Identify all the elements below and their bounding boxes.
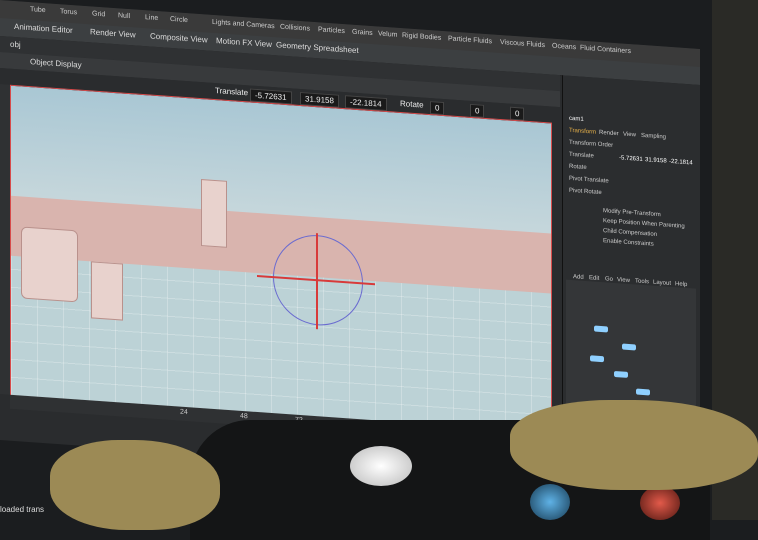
checkbox-enable-constraints[interactable]: Enable Constraints bbox=[603, 238, 654, 248]
param-tx-value[interactable]: -5.72631 bbox=[619, 155, 643, 163]
tab-transform[interactable]: Transform bbox=[569, 128, 596, 136]
checkbox-modify-pretransform[interactable]: Modify Pre-Transform bbox=[603, 208, 661, 218]
shelf-tab-grains[interactable]: Grains bbox=[352, 29, 373, 37]
shelf-tab-oceans[interactable]: Oceans bbox=[552, 43, 576, 52]
network-node[interactable] bbox=[614, 370, 628, 378]
shelf-tab-null[interactable]: Null bbox=[118, 12, 130, 20]
left-hand bbox=[50, 440, 220, 530]
xbox-guide-button-icon bbox=[350, 446, 412, 486]
shelf-tab-particle-fluids[interactable]: Particle Fluids bbox=[448, 35, 492, 45]
shelf-tab-grid[interactable]: Grid bbox=[92, 10, 105, 18]
tank-structure bbox=[21, 226, 78, 303]
tab-render-view[interactable]: Render View bbox=[90, 27, 136, 39]
param-rotate: Rotate bbox=[569, 163, 587, 172]
shelf-tab-torus[interactable]: Torus bbox=[60, 8, 77, 16]
shelf-tab-lights[interactable]: Lights and Cameras bbox=[212, 19, 275, 30]
tab-animation-editor[interactable]: Animation Editor bbox=[14, 22, 73, 35]
shelf-tab-tube[interactable]: Tube bbox=[30, 6, 46, 14]
network-node[interactable] bbox=[636, 388, 650, 396]
rotate-label: Rotate bbox=[400, 98, 424, 110]
rotate-x-field[interactable]: 0 bbox=[430, 101, 445, 116]
tab-view[interactable]: View bbox=[623, 132, 636, 139]
param-tz-value[interactable]: -22.1814 bbox=[669, 159, 693, 167]
status-message: loaded trans bbox=[0, 505, 45, 514]
tab-composite-view[interactable]: Composite View bbox=[150, 31, 208, 44]
x-button-icon bbox=[530, 484, 570, 520]
rotate-y-field[interactable]: 0 bbox=[470, 103, 485, 118]
shelf-tab-line[interactable]: Line bbox=[145, 14, 158, 22]
object-display-label[interactable]: Object Display bbox=[30, 57, 82, 70]
shelf-tab-particles[interactable]: Particles bbox=[318, 26, 345, 35]
scene-viewport[interactable] bbox=[10, 84, 552, 435]
translate-label: Translate bbox=[215, 86, 249, 98]
shelf-tab-rigid-bodies[interactable]: Rigid Bodies bbox=[402, 32, 441, 42]
network-node[interactable] bbox=[622, 343, 636, 351]
param-translate: Translate bbox=[569, 151, 594, 160]
silo-structure bbox=[201, 179, 227, 248]
timeline-tick: 24 bbox=[180, 408, 188, 417]
shelf-tab-viscous-fluids[interactable]: Viscous Fluids bbox=[500, 39, 545, 49]
node-name[interactable]: cam1 bbox=[569, 116, 584, 123]
tab-sampling[interactable]: Sampling bbox=[641, 133, 666, 141]
b-button-icon bbox=[640, 486, 680, 520]
machine-structure bbox=[91, 261, 123, 321]
right-hand bbox=[510, 400, 758, 490]
shelf-tab-collisions[interactable]: Collisions bbox=[280, 24, 310, 33]
shelf-tab-fluid-containers[interactable]: Fluid Containers bbox=[580, 45, 631, 56]
shelf-tab-velum[interactable]: Velum bbox=[378, 30, 397, 38]
play-icon[interactable]: ▶ bbox=[22, 457, 36, 473]
rotate-z-field[interactable]: 0 bbox=[510, 106, 525, 121]
param-transform-order: Transform Order bbox=[569, 139, 614, 149]
checkbox-child-compensation[interactable]: Child Compensation bbox=[603, 228, 657, 238]
tab-geometry-spreadsheet[interactable]: Geometry Spreadsheet bbox=[276, 40, 359, 55]
viewport-left-toolbar bbox=[0, 84, 10, 395]
network-node[interactable] bbox=[594, 325, 608, 333]
param-pivot-rotate: Pivot Rotate bbox=[569, 187, 602, 197]
param-pivot-translate: Pivot Translate bbox=[569, 175, 609, 185]
network-node[interactable] bbox=[590, 355, 604, 363]
shelf-tab-circle[interactable]: Circle bbox=[170, 16, 188, 24]
param-ty-value[interactable]: 31.9158 bbox=[645, 157, 667, 165]
stop-icon[interactable]: ■ bbox=[4, 456, 18, 472]
path-field[interactable]: obj bbox=[10, 40, 21, 50]
tab-motion-fx-view[interactable]: Motion FX View bbox=[216, 36, 272, 49]
tab-render[interactable]: Render bbox=[599, 130, 619, 137]
